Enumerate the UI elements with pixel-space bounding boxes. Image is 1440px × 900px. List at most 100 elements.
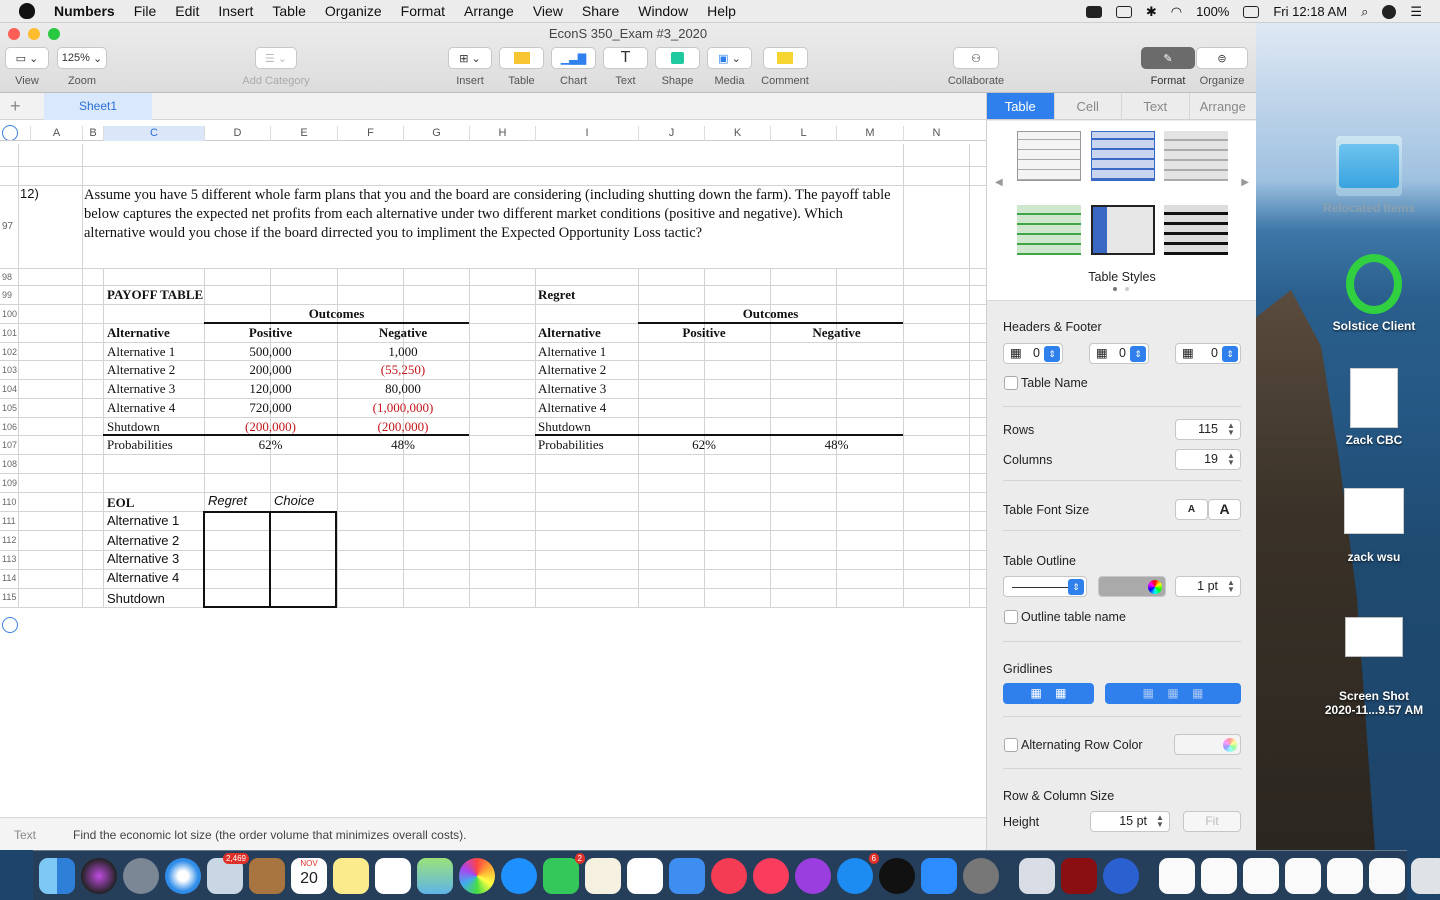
row-number[interactable]: 98 (2, 272, 12, 282)
maps-icon[interactable] (417, 857, 453, 894)
dock-document-icon[interactable] (1369, 857, 1405, 894)
question-number[interactable]: 12) (20, 186, 39, 201)
collaborate-button[interactable]: ⚇ Collaborate (944, 47, 1008, 87)
rows-stepper[interactable]: 115 ▲ ▼ (1175, 419, 1241, 440)
pages-icon[interactable] (585, 857, 621, 894)
reminders-icon[interactable] (375, 857, 411, 894)
row-number[interactable]: 99 (2, 290, 12, 300)
tab-arrange[interactable]: Arrange (1188, 93, 1257, 119)
row-number[interactable]: 105 (2, 403, 17, 413)
column-header-n[interactable]: N (903, 126, 969, 141)
payoff-outcomes-header[interactable]: Outcomes (204, 306, 469, 322)
dock-document-icon[interactable] (1327, 857, 1363, 894)
eol-regret-header[interactable]: Regret (208, 493, 247, 508)
payoff-negative-cell[interactable]: (200,000) (337, 419, 469, 435)
apple-tv-icon[interactable] (879, 857, 915, 894)
music-icon[interactable] (753, 857, 789, 894)
page-dot[interactable] (1125, 287, 1129, 291)
desktop-icon-solstice-client[interactable]: Solstice Client (1316, 254, 1432, 333)
battery-percent[interactable]: 100% (1196, 4, 1229, 19)
menu-insert[interactable]: Insert (218, 3, 253, 19)
table-style-green[interactable] (1017, 205, 1081, 255)
zoom-icon[interactable] (921, 857, 957, 894)
screen-recording-icon[interactable] (1085, 5, 1102, 18)
payoff-negative-cell[interactable]: 80,000 (337, 381, 469, 397)
photos-icon[interactable] (459, 857, 495, 894)
row-number[interactable]: 103 (2, 365, 17, 375)
menu-window[interactable]: Window (638, 3, 688, 19)
table-style-selected[interactable] (1091, 205, 1155, 255)
header-columns-stepper[interactable]: ▦ 0 ⇕ (1089, 343, 1149, 364)
column-header-m[interactable]: M (836, 126, 903, 141)
desktop-icon-relocated-items[interactable]: Relocated Items (1312, 136, 1426, 215)
numbers-icon[interactable] (627, 857, 663, 894)
tab-sheet1[interactable]: Sheet1 (44, 93, 152, 120)
decrease-font-button[interactable]: A (1175, 499, 1208, 520)
menu-clock[interactable]: Fri 12:18 AM (1273, 4, 1347, 19)
dock-document-icon[interactable] (1243, 857, 1279, 894)
keynote-icon[interactable] (669, 857, 705, 894)
header-rows-stepper[interactable]: ▦ 0 ⇕ (1003, 343, 1063, 364)
payoff-negative-cell[interactable]: (55,250) (337, 362, 469, 378)
eol-alt-cell[interactable]: Alternative 3 (107, 551, 179, 566)
siri-icon[interactable] (81, 857, 117, 894)
eol-title[interactable]: EOL (107, 495, 134, 511)
row-number[interactable]: 106 (2, 422, 17, 432)
menu-edit[interactable]: Edit (175, 3, 199, 19)
tab-cell[interactable]: Cell (1053, 93, 1122, 119)
regret-prob-positive[interactable]: 62% (638, 437, 770, 453)
column-header-f[interactable]: F (337, 126, 403, 141)
payoff-negative-cell[interactable]: (1,000,000) (337, 400, 469, 416)
payoff-prob-label[interactable]: Probabilities (107, 437, 173, 453)
dock-document-icon[interactable] (1285, 857, 1321, 894)
messages-icon[interactable] (501, 857, 537, 894)
row-number[interactable]: 112 (2, 535, 16, 545)
finder-icon[interactable] (39, 857, 75, 894)
row-number[interactable]: 115 (2, 592, 16, 602)
column-header-a[interactable]: A (30, 126, 82, 141)
row-number[interactable]: 104 (2, 384, 17, 394)
payoff-alt-cell[interactable]: Alternative 3 (107, 381, 175, 397)
menu-table[interactable]: Table (272, 3, 305, 19)
column-header-d[interactable]: D (204, 126, 270, 141)
row-number[interactable]: 109 (2, 478, 17, 488)
page-dot-active[interactable] (1113, 287, 1117, 291)
column-header-k[interactable]: K (704, 126, 770, 141)
payoff-alt-cell[interactable]: Alternative 4 (107, 400, 175, 416)
dock-document-icon[interactable] (1201, 857, 1237, 894)
preview-icon[interactable] (1019, 857, 1055, 894)
table-name-checkbox[interactable] (1004, 376, 1018, 390)
payoff-positive-cell[interactable]: (200,000) (204, 419, 337, 435)
system-preferences-icon[interactable] (963, 857, 999, 894)
launchpad-icon[interactable] (123, 857, 159, 894)
row-number[interactable]: 107 (2, 440, 17, 450)
text-button[interactable]: T Text (603, 47, 648, 87)
contacts-icon[interactable] (249, 857, 285, 894)
columns-stepper[interactable]: 19 ▲ ▼ (1175, 449, 1241, 470)
increase-font-button[interactable]: A (1208, 499, 1241, 520)
payoff-alt-cell[interactable]: Alternative 2 (107, 362, 175, 378)
regret-positive-header[interactable]: Positive (638, 325, 770, 341)
eol-alt-cell[interactable]: Alternative 1 (107, 513, 179, 528)
table-style-gray[interactable] (1164, 131, 1228, 181)
table-style-blue[interactable] (1091, 131, 1155, 181)
trash-icon[interactable] (1411, 857, 1440, 894)
payoff-positive-cell[interactable]: 200,000 (204, 362, 337, 378)
menu-organize[interactable]: Organize (325, 3, 382, 19)
row-number[interactable]: 102 (2, 347, 17, 357)
siri-icon[interactable] (1382, 4, 1397, 19)
add-sheet-icon[interactable]: + (10, 96, 21, 117)
app-store-icon[interactable]: 6 (837, 852, 879, 894)
airplay-icon[interactable] (1115, 5, 1132, 18)
tab-text[interactable]: Text (1121, 93, 1189, 119)
alternating-row-color-checkbox[interactable] (1004, 738, 1018, 752)
payoff-negative-header[interactable]: Negative (337, 325, 469, 341)
comment-button[interactable]: Comment (758, 47, 812, 87)
menu-file[interactable]: File (134, 3, 157, 19)
dock-document-icon[interactable] (1159, 857, 1195, 894)
notes-icon[interactable] (333, 857, 369, 894)
column-header-e[interactable]: E (270, 126, 337, 141)
column-header-l[interactable]: L (770, 126, 836, 141)
alternating-color-well[interactable] (1174, 734, 1241, 755)
footer-rows-stepper[interactable]: ▦ 0 ⇕ (1175, 343, 1241, 364)
